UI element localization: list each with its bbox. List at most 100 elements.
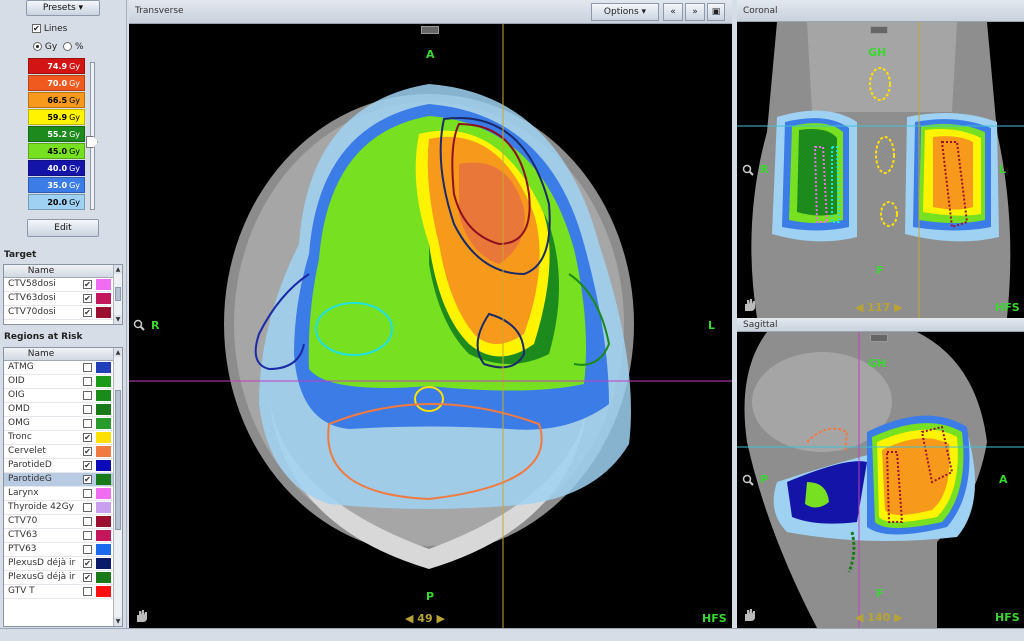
color-swatch[interactable] — [96, 432, 111, 443]
transverse-slice-counter[interactable]: ◀ 49 ▶ — [405, 612, 445, 625]
edit-button[interactable]: Edit — [27, 219, 99, 237]
color-swatch[interactable] — [96, 586, 111, 597]
color-swatch[interactable] — [96, 460, 111, 471]
table-row[interactable]: CTV58dosi ✔ — [4, 278, 122, 292]
scroll-down-icon[interactable]: ▼ — [114, 315, 122, 324]
dose-level-6[interactable]: 40.0 Gy — [28, 160, 85, 176]
color-swatch[interactable] — [96, 446, 111, 457]
color-swatch[interactable] — [96, 516, 111, 527]
table-row[interactable]: Larynx — [4, 487, 122, 501]
dose-level-7[interactable]: 35.0 Gy — [28, 177, 85, 193]
viewport-grip-handle[interactable] — [870, 26, 888, 34]
scrollbar-thumb[interactable] — [115, 287, 121, 301]
maximize-icon[interactable]: ▣ — [707, 3, 725, 21]
visibility-checkbox[interactable]: ✔ — [83, 447, 92, 456]
color-swatch[interactable] — [96, 544, 111, 555]
dose-level-1[interactable]: 70.0 Gy — [28, 75, 85, 91]
table-row[interactable]: GTV T — [4, 585, 122, 599]
pan-hand-icon[interactable] — [742, 298, 756, 312]
lines-toggle[interactable]: ✔ Lines — [32, 24, 67, 34]
table-row[interactable]: OIG — [4, 389, 122, 403]
table-row[interactable]: PTV63 — [4, 543, 122, 557]
options-button[interactable]: Options ▾ — [591, 3, 659, 21]
target-name-header[interactable]: Name — [4, 265, 78, 277]
lines-checkbox[interactable]: ✔ — [32, 24, 41, 33]
table-row[interactable]: CTV63dosi ✔ — [4, 292, 122, 306]
visibility-checkbox[interactable]: ✔ — [83, 280, 92, 289]
table-row[interactable]: OMD — [4, 403, 122, 417]
table-row[interactable]: OMG — [4, 417, 122, 431]
dose-level-8[interactable]: 20.0 Gy — [28, 194, 85, 210]
visibility-checkbox[interactable] — [83, 391, 92, 400]
color-swatch[interactable] — [96, 279, 111, 290]
risk-scrollbar[interactable]: ▲ ▼ — [113, 348, 122, 626]
table-row[interactable]: OID — [4, 375, 122, 389]
visibility-checkbox[interactable] — [83, 531, 92, 540]
color-swatch[interactable] — [96, 307, 111, 318]
sagittal-slice-counter[interactable]: ◀ 140 ▶ — [855, 611, 903, 624]
table-row[interactable]: CTV70dosi ✔ — [4, 306, 122, 320]
visibility-checkbox[interactable]: ✔ — [83, 308, 92, 317]
next-slices-icon[interactable]: » — [685, 3, 705, 21]
color-swatch[interactable] — [96, 488, 111, 499]
dose-slider-thumb[interactable] — [86, 136, 98, 148]
table-row[interactable]: ATMG — [4, 361, 122, 375]
dose-level-4[interactable]: 55.2 Gy — [28, 126, 85, 142]
visibility-checkbox[interactable]: ✔ — [83, 559, 92, 568]
unit-percent-radio[interactable] — [63, 42, 73, 51]
dose-level-2[interactable]: 66.5 Gy — [28, 92, 85, 108]
transverse-viewport[interactable]: A P R L ◀ 49 ▶ HFS — [129, 24, 732, 628]
dose-level-0[interactable]: 74.9 Gy — [28, 58, 85, 74]
visibility-checkbox[interactable]: ✔ — [83, 433, 92, 442]
presets-button[interactable]: Presets ▾ — [26, 0, 100, 16]
visibility-checkbox[interactable] — [83, 419, 92, 428]
magnifier-icon[interactable] — [742, 164, 754, 176]
scroll-up-icon[interactable]: ▲ — [114, 348, 122, 357]
visibility-checkbox[interactable]: ✔ — [83, 475, 92, 484]
table-row[interactable]: Thyroide 42Gy — [4, 501, 122, 515]
sagittal-viewport[interactable]: GH F P A ◀ 140 ▶ HFS — [737, 332, 1024, 628]
magnifier-icon[interactable] — [742, 474, 754, 486]
table-row[interactable]: CTV63 — [4, 529, 122, 543]
table-row[interactable]: CTV70 — [4, 515, 122, 529]
pan-hand-icon[interactable] — [742, 608, 756, 622]
color-swatch[interactable] — [96, 376, 111, 387]
table-row[interactable]: Tronc ✔ — [4, 431, 122, 445]
color-swatch[interactable] — [96, 572, 111, 583]
color-swatch[interactable] — [96, 530, 111, 541]
previous-slices-icon[interactable]: « — [663, 3, 683, 21]
visibility-checkbox[interactable] — [83, 363, 92, 372]
coronal-slice-counter[interactable]: ◀ 117 ▶ — [855, 301, 903, 314]
scroll-down-icon[interactable]: ▼ — [114, 617, 122, 626]
visibility-checkbox[interactable]: ✔ — [83, 294, 92, 303]
scrollbar-thumb[interactable] — [115, 390, 121, 530]
color-swatch[interactable] — [96, 293, 111, 304]
color-swatch[interactable] — [96, 390, 111, 401]
coronal-viewport[interactable]: GH F R L ◀ 117 ▶ HFS — [737, 22, 1024, 318]
table-row[interactable]: Cervelet ✔ — [4, 445, 122, 459]
magnifier-icon[interactable] — [133, 319, 145, 331]
dose-level-3[interactable]: 59.9 Gy — [28, 109, 85, 125]
color-swatch[interactable] — [96, 558, 111, 569]
table-row[interactable]: ParotideD ✔ — [4, 459, 122, 473]
viewport-grip-handle[interactable] — [870, 334, 888, 342]
visibility-checkbox[interactable] — [83, 545, 92, 554]
visibility-checkbox[interactable] — [83, 377, 92, 386]
unit-gy-radio[interactable] — [33, 42, 42, 51]
color-swatch[interactable] — [96, 404, 111, 415]
visibility-checkbox[interactable] — [83, 517, 92, 526]
color-swatch[interactable] — [96, 362, 111, 373]
scroll-up-icon[interactable]: ▲ — [114, 265, 122, 274]
color-swatch[interactable] — [96, 502, 111, 513]
target-scrollbar[interactable]: ▲ ▼ — [113, 265, 122, 324]
risk-name-header[interactable]: Name — [4, 348, 78, 360]
table-row[interactable]: PlexusG déjà ir ✔ — [4, 571, 122, 585]
visibility-checkbox[interactable]: ✔ — [83, 573, 92, 582]
visibility-checkbox[interactable]: ✔ — [83, 461, 92, 470]
viewport-grip-handle[interactable] — [421, 26, 439, 34]
pan-hand-icon[interactable] — [134, 609, 148, 623]
visibility-checkbox[interactable] — [83, 489, 92, 498]
dose-level-5[interactable]: 45.0 Gy — [28, 143, 85, 159]
visibility-checkbox[interactable] — [83, 587, 92, 596]
color-swatch[interactable] — [96, 418, 111, 429]
